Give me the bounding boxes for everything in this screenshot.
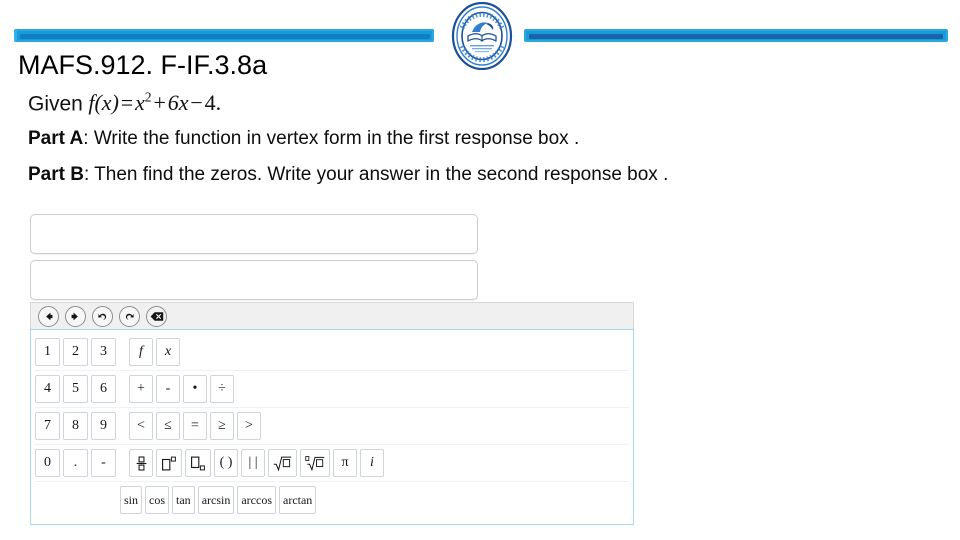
- digit-group-3: 7 8 9: [35, 412, 119, 440]
- key-greater-equal[interactable]: ≥: [210, 412, 234, 440]
- keypad-body: 1 2 3 f x 4 5 6 + - • ÷ 7 8 9 < ≤ = ≥ > …: [30, 329, 634, 525]
- part-a-line: Part A: Write the function in vertex for…: [28, 128, 928, 150]
- key-digit-3[interactable]: 3: [91, 338, 116, 366]
- key-function-f[interactable]: f: [129, 338, 153, 366]
- key-superscript[interactable]: [156, 449, 182, 477]
- accent-bar-right: [524, 29, 948, 42]
- op-group-2: + - • ÷: [129, 375, 237, 403]
- part-b-line: Part B: Then find the zeros. Write your …: [28, 164, 928, 186]
- response-boxes-group: [30, 214, 480, 306]
- equation-period: .: [215, 90, 222, 116]
- plus-sign: +: [153, 90, 166, 116]
- keypad-row-5-spacer: [35, 486, 120, 514]
- key-parentheses[interactable]: ( ): [214, 449, 238, 477]
- key-negative-sign[interactable]: -: [91, 449, 116, 477]
- keypad-row-3: 7 8 9 < ≤ = ≥ >: [35, 408, 629, 445]
- keypad-row-2: 4 5 6 + - • ÷: [35, 371, 629, 408]
- key-variable-x[interactable]: x: [156, 338, 180, 366]
- keypad-row-4: 0 . - () | | π i: [35, 445, 629, 482]
- key-arccos[interactable]: arccos: [237, 486, 276, 514]
- math-keypad: 1 2 3 f x 4 5 6 + - • ÷ 7 8 9 < ≤ = ≥ > …: [30, 302, 634, 525]
- digit-group-1: 1 2 3: [35, 338, 119, 366]
- key-tan[interactable]: tan: [172, 486, 195, 514]
- redo-icon[interactable]: [119, 305, 140, 327]
- key-minus[interactable]: -: [156, 375, 180, 403]
- term1-exponent: 2: [144, 90, 152, 105]
- key-less-than[interactable]: <: [129, 412, 153, 440]
- digit-group-4: 0 . -: [35, 449, 119, 477]
- given-lead-text: Given: [28, 92, 83, 116]
- key-digit-9[interactable]: 9: [91, 412, 116, 440]
- op-group-1: f x: [129, 338, 183, 366]
- digit-group-2: 4 5 6: [35, 375, 119, 403]
- response-box-1[interactable]: [30, 214, 478, 254]
- key-arcsin[interactable]: arcsin: [197, 486, 235, 514]
- key-digit-4[interactable]: 4: [35, 375, 60, 403]
- key-greater-than[interactable]: >: [237, 412, 261, 440]
- accent-bar-left: [14, 29, 434, 42]
- equation-expression: f(x) = x2 + 6x − 4.: [88, 90, 221, 115]
- key-equals[interactable]: =: [183, 412, 207, 440]
- key-imaginary-i[interactable]: i: [360, 449, 384, 477]
- part-b-text: : Then find the zeros. Write your answer…: [83, 164, 669, 186]
- move-right-icon[interactable]: [65, 305, 86, 327]
- key-digit-6[interactable]: 6: [91, 375, 116, 403]
- op-group-4: ( ) | | π i: [129, 449, 387, 477]
- key-digit-0[interactable]: 0: [35, 449, 60, 477]
- term2: 6x: [167, 90, 189, 116]
- op-group-3: < ≤ = ≥ >: [129, 412, 264, 440]
- move-left-icon[interactable]: [38, 305, 59, 327]
- key-plus[interactable]: +: [129, 375, 153, 403]
- key-divide[interactable]: ÷: [210, 375, 234, 403]
- keypad-row-5: sin cos tan arcsin arccos arctan: [35, 482, 629, 518]
- key-less-equal[interactable]: ≤: [156, 412, 180, 440]
- function-argument: (x): [94, 90, 119, 116]
- prompt-area: Given f(x) = x2 + 6x − 4. Part A: Write …: [28, 90, 928, 200]
- key-subscript[interactable]: [185, 449, 211, 477]
- key-nth-root[interactable]: [300, 449, 330, 477]
- keypad-row-1: 1 2 3 f x: [35, 334, 629, 371]
- part-a-text: : Write the function in vertex form in t…: [83, 128, 580, 150]
- part-a-label: Part A: [28, 128, 84, 150]
- key-fraction[interactable]: [129, 449, 153, 477]
- keypad-toolbar: [30, 302, 634, 329]
- key-multiply-dot[interactable]: •: [183, 375, 207, 403]
- page-title: MAFS.912. F-IF.3.8a: [18, 50, 268, 80]
- trig-group: sin cos tan arcsin arccos arctan: [120, 486, 319, 514]
- key-arctan[interactable]: arctan: [279, 486, 317, 514]
- key-digit-1[interactable]: 1: [35, 338, 60, 366]
- key-digit-2[interactable]: 2: [63, 338, 88, 366]
- key-decimal-point[interactable]: .: [63, 449, 88, 477]
- term1-base: x: [135, 90, 145, 116]
- given-equation-line: Given f(x) = x2 + 6x − 4.: [28, 90, 928, 116]
- undo-icon[interactable]: [92, 305, 113, 327]
- minus-sign: −: [190, 90, 203, 116]
- backspace-icon[interactable]: [146, 305, 167, 327]
- part-b-label: Part B: [28, 164, 84, 186]
- equals-sign: =: [120, 90, 134, 116]
- key-cos[interactable]: cos: [145, 486, 170, 514]
- key-digit-8[interactable]: 8: [63, 412, 88, 440]
- key-digit-7[interactable]: 7: [35, 412, 60, 440]
- term3: 4: [204, 90, 216, 116]
- key-digit-5[interactable]: 5: [63, 375, 88, 403]
- key-pi[interactable]: π: [333, 449, 357, 477]
- school-seal-logo: [450, 1, 514, 71]
- response-box-2[interactable]: [30, 260, 478, 300]
- key-absolute-value[interactable]: | |: [241, 449, 265, 477]
- key-square-root[interactable]: [268, 449, 297, 477]
- key-sin[interactable]: sin: [120, 486, 143, 514]
